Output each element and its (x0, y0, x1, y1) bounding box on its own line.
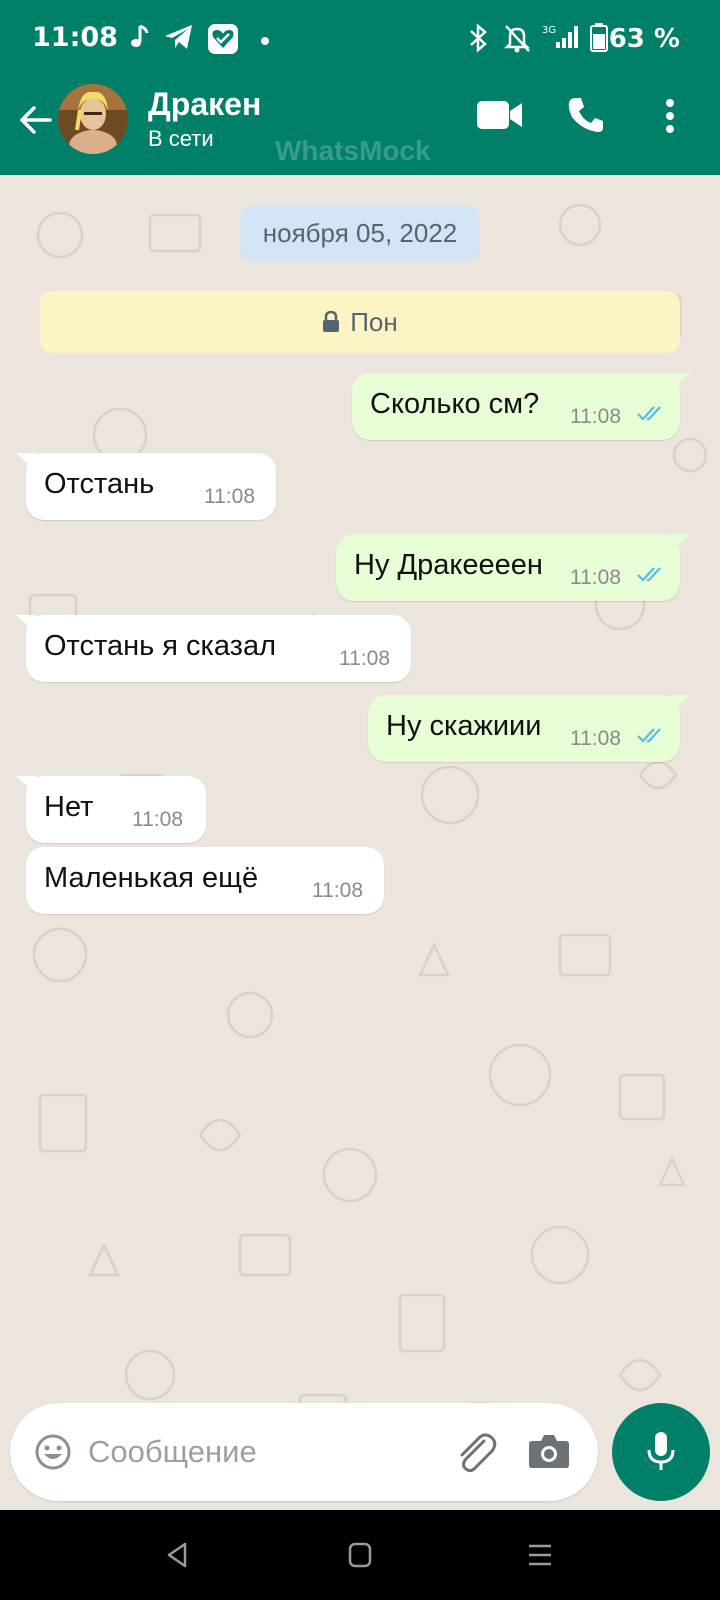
phone-icon[interactable] (566, 95, 606, 135)
chat-header: Дракен В сети WhatsMock (0, 80, 720, 175)
bubble-tail (670, 373, 690, 391)
message-time: 11:08 (312, 879, 363, 902)
double-check-icon (637, 406, 661, 421)
message-bubble-incoming[interactable]: Отстань 11:08 (16, 453, 276, 520)
contact-name[interactable]: Дракен (148, 86, 261, 123)
video-call-icon[interactable] (476, 98, 524, 132)
bubble-tail (16, 615, 36, 633)
watermark: WhatsMock (275, 135, 431, 166)
message-time: 11:08 (132, 808, 183, 831)
message-time: 11:08 (339, 647, 390, 670)
nav-back-icon[interactable] (163, 1540, 191, 1570)
emoji-icon[interactable] (34, 1433, 72, 1471)
message-text: Ну скажиии (386, 710, 542, 742)
nav-recents-icon[interactable] (526, 1542, 554, 1568)
date-chip: ноября 05, 2022 (240, 205, 480, 261)
svg-text:3G: 3G (542, 25, 556, 36)
message-bubble-outgoing[interactable]: Сколько см? 11:08 (352, 373, 690, 440)
message-text: Нет (44, 791, 94, 823)
bubble-tail (670, 695, 690, 713)
microphone-icon (647, 1432, 675, 1470)
bubble-tail (670, 534, 690, 552)
camera-icon[interactable] (528, 1433, 570, 1469)
system-navigation-bar (0, 1510, 720, 1600)
message-text: Сколько см? (370, 388, 540, 420)
bubble-tail (16, 453, 36, 471)
chat-area[interactable]: ноября 05, 2022 Пон Сколько см? 11:08 От… (0, 175, 720, 1505)
message-bubble-outgoing[interactable]: Ну скажиии 11:08 (368, 695, 690, 762)
encryption-notice[interactable]: Пон (40, 291, 680, 353)
message-text: Отстань я сказал (44, 630, 277, 662)
double-check-icon (637, 728, 661, 743)
status-time: 11:08 (32, 22, 118, 53)
message-bubble-incoming[interactable]: Нет 11:08 (16, 776, 206, 843)
lock-icon (323, 311, 340, 332)
message-time: 11:08 (204, 485, 255, 508)
battery-percentage: 63 % (608, 24, 680, 54)
telegram-icon (165, 25, 192, 49)
message-time: 11:08 (570, 566, 621, 589)
attach-icon[interactable] (454, 1431, 498, 1475)
more-vert-icon[interactable] (664, 97, 676, 135)
message-time: 11:08 (570, 405, 621, 428)
message-input[interactable]: Сообщение (88, 1434, 257, 1470)
bubble-tail (16, 776, 36, 794)
double-check-icon (637, 567, 661, 582)
back-arrow-icon[interactable] (16, 100, 56, 140)
nav-home-icon[interactable] (348, 1542, 372, 1568)
voice-message-button[interactable] (612, 1403, 710, 1501)
message-text: Ну Дракеееен (354, 549, 543, 581)
signal-icon: 3G (542, 25, 578, 48)
message-text: Отстань (44, 468, 155, 500)
bluetooth-icon (470, 23, 487, 53)
status-bar: 11:08 3G 63 % (0, 0, 720, 80)
app-heart-icon (208, 24, 238, 54)
message-time: 11:08 (570, 727, 621, 750)
mute-bell-icon (503, 25, 531, 53)
contact-avatar[interactable] (58, 84, 128, 154)
notification-dot-icon (261, 37, 269, 45)
battery-icon (590, 23, 608, 52)
music-note-icon (131, 24, 149, 47)
contact-status: В сети (148, 126, 214, 151)
message-bubble-incoming[interactable]: Маленькая ещё 11:08 (26, 847, 384, 914)
message-composer: Сообщение (10, 1403, 598, 1501)
message-bubble-incoming[interactable]: Отстань я сказал 11:08 (16, 615, 411, 682)
message-bubble-outgoing[interactable]: Ну Дракеееен 11:08 (336, 534, 690, 601)
message-text: Маленькая ещё (44, 862, 259, 894)
encryption-notice-text: Пон (350, 306, 398, 337)
